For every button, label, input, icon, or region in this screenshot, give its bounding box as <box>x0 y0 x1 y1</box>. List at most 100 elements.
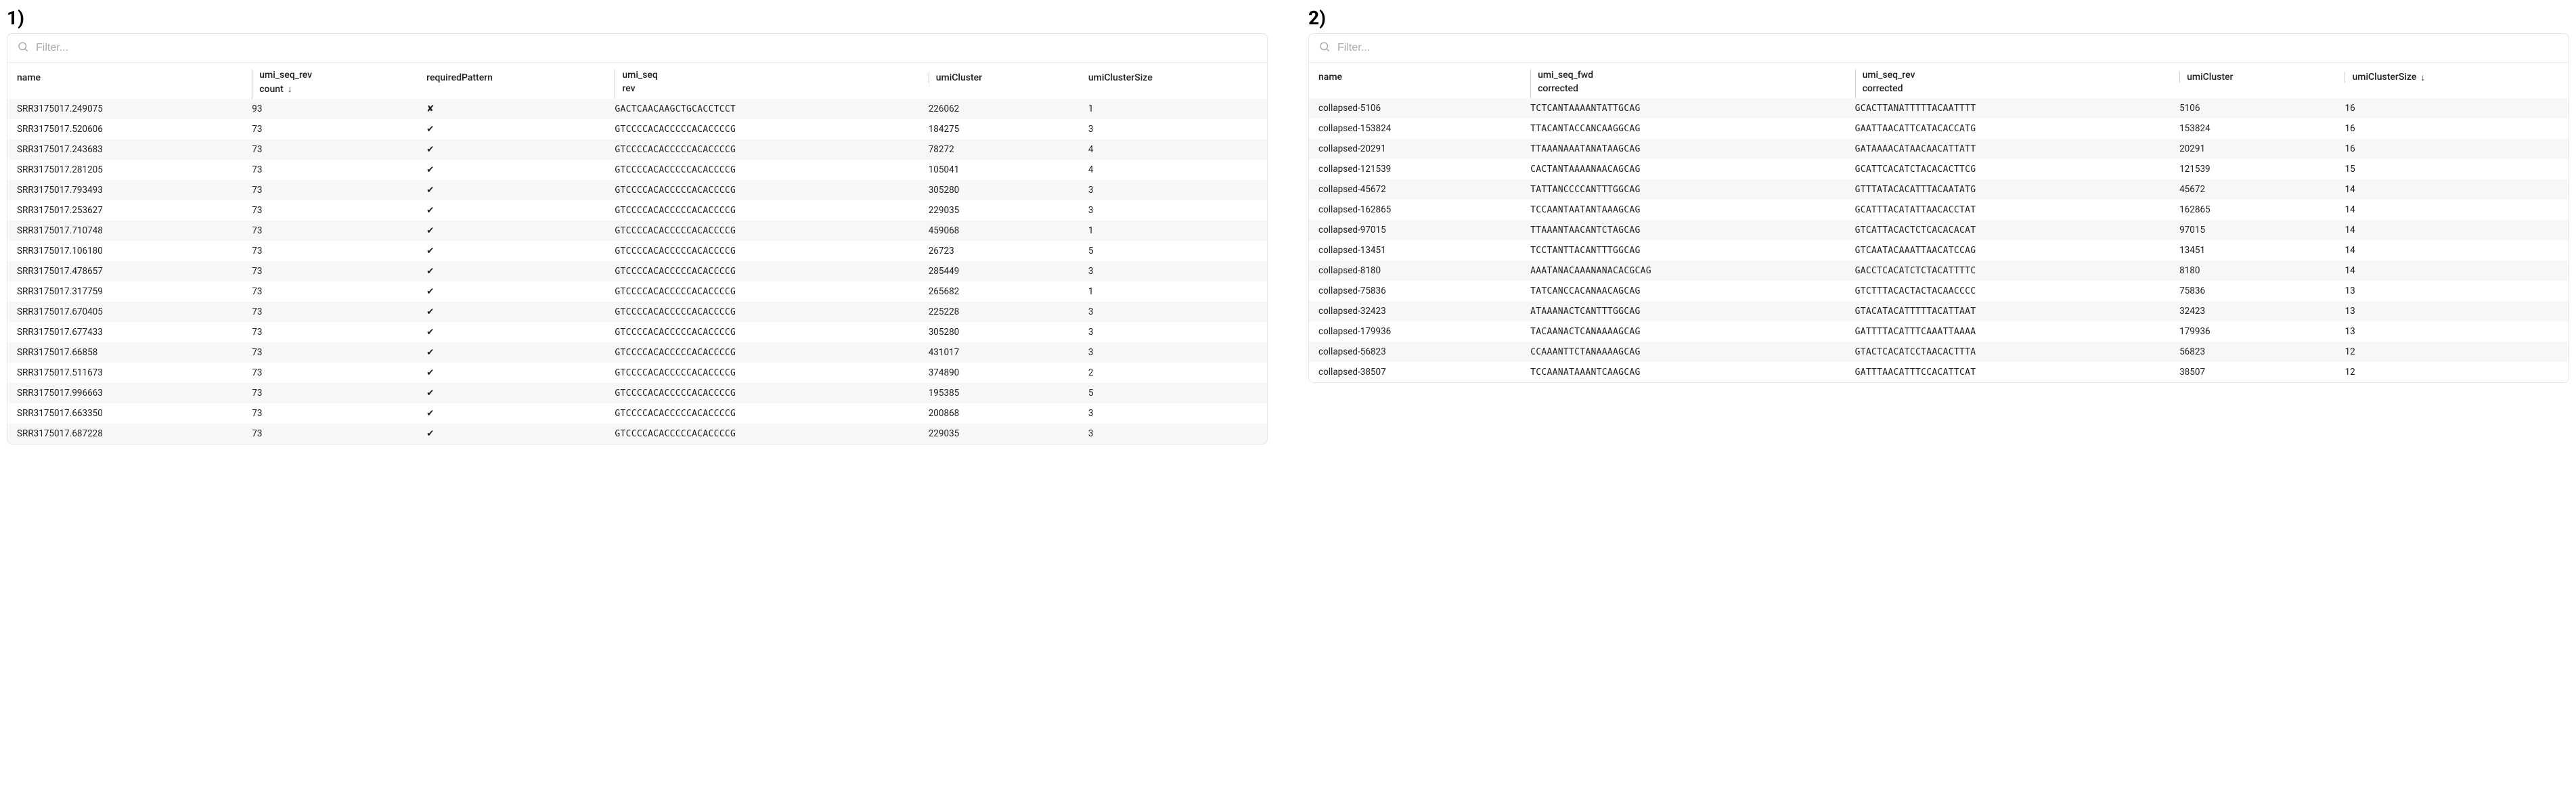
cell-cluster: 8180 <box>2171 260 2336 281</box>
cell-size: 3 <box>1080 119 1267 139</box>
col-umi-cluster-size[interactable]: umiClusterSize ↓ <box>2336 63 2569 98</box>
filter-input-1[interactable] <box>36 42 1258 54</box>
cell-rev: GATTTAACATTTCCACATTCAT <box>1847 362 2172 382</box>
cell-fwd: TCCTANTTACANTTTGGCAG <box>1522 240 1847 260</box>
table-row[interactable]: SRR3175017.6685873✔GTCCCCACACCCCCACACCCC… <box>7 342 1267 363</box>
table-row[interactable]: collapsed-8180AAATANACAAANANACACGCAGGACC… <box>1309 260 2569 281</box>
cell-name: SRR3175017.520606 <box>7 119 244 139</box>
cell-fwd: TCCAANTAATANTAAAGCAG <box>1522 200 1847 220</box>
sort-down-icon: ↓ <box>2420 72 2425 83</box>
table-row[interactable]: collapsed-153824TTACANTACCANCAAGGCAGGAAT… <box>1309 118 2569 139</box>
col-umi-seq-label: umi_seq <box>622 70 912 81</box>
table-row[interactable]: SRR3175017.79349373✔GTCCCCACACCCCCACACCC… <box>7 180 1267 200</box>
table-row[interactable]: SRR3175017.71074873✔GTCCCCACACCCCCACACCC… <box>7 221 1267 241</box>
col-umi-seq-rev[interactable]: umi_seq_rev corrected <box>1847 63 2172 98</box>
table-row[interactable]: collapsed-38507TCCAANATAAANTCAAGCAGGATTT… <box>1309 362 2569 382</box>
cell-size: 14 <box>2336 240 2569 260</box>
col-umi-cluster-label: umiCluster <box>2187 72 2233 83</box>
table-row[interactable]: SRR3175017.99666373✔GTCCCCACACCCCCACACCC… <box>7 383 1267 403</box>
cell-name: collapsed-45672 <box>1309 179 1522 200</box>
col-name[interactable]: name <box>1309 63 1522 98</box>
table-row[interactable]: SRR3175017.25362773✔GTCCCCACACCCCCACACCC… <box>7 200 1267 221</box>
table-row[interactable]: SRR3175017.67743373✔GTCCCCACACCCCCACACCC… <box>7 322 1267 342</box>
cell-size: 1 <box>1080 281 1267 302</box>
table-row[interactable]: collapsed-20291TTAAANAAATANATAAGCAGGATAA… <box>1309 139 2569 159</box>
col-umi-cluster-size[interactable]: umiClusterSize <box>1080 63 1267 99</box>
cell-name: collapsed-75836 <box>1309 281 1522 301</box>
table-row[interactable]: SRR3175017.28120573✔GTCCCCACACCCCCACACCC… <box>7 160 1267 180</box>
table-row[interactable]: SRR3175017.10618073✔GTCCCCACACCCCCACACCC… <box>7 241 1267 261</box>
table-row[interactable]: SRR3175017.67040573✔GTCCCCACACCCCCACACCC… <box>7 302 1267 322</box>
col-umi-cluster[interactable]: umiCluster <box>920 63 1080 99</box>
cell-cluster: 305280 <box>920 322 1080 342</box>
cell-name: collapsed-13451 <box>1309 240 1522 260</box>
table-row[interactable]: collapsed-179936TACAANACTCANAAAAGCAGGATT… <box>1309 321 2569 342</box>
cell-size: 15 <box>2336 159 2569 179</box>
col-umi-seq-rev[interactable]: umi_seq rev <box>606 63 920 99</box>
cell-size: 12 <box>2336 342 2569 362</box>
filter-bar-1 <box>7 34 1267 63</box>
cell-size: 3 <box>1080 200 1267 221</box>
search-icon <box>17 41 29 55</box>
table-row[interactable]: SRR3175017.24907593✘GACTCAACAAGCTGCACCTC… <box>7 99 1267 119</box>
table-row[interactable]: SRR3175017.51167373✔GTCCCCACACCCCCACACCC… <box>7 363 1267 383</box>
cell-name: collapsed-153824 <box>1309 118 1522 139</box>
col-umi-cluster-size-label: umiClusterSize <box>2352 72 2416 83</box>
table-row[interactable]: collapsed-5106TCTCANTAAAANTATTGCAGGCACTT… <box>1309 98 2569 118</box>
cell-rev: GTCCCCACACCCCCACACCCCG <box>606 139 920 160</box>
cell-size: 14 <box>2336 200 2569 220</box>
col-umi-cluster[interactable]: umiCluster <box>2171 63 2336 98</box>
col-name[interactable]: name <box>7 63 244 99</box>
cell-name: SRR3175017.996663 <box>7 383 244 403</box>
table-row[interactable]: SRR3175017.31775973✔GTCCCCACACCCCCACACCC… <box>7 281 1267 302</box>
table-row[interactable]: collapsed-56823CCAAANTTCTANAAAAGCAGGTACT… <box>1309 342 2569 362</box>
table-row[interactable]: collapsed-13451TCCTANTTACANTTTGGCAGGTCAA… <box>1309 240 2569 260</box>
table-row[interactable]: collapsed-121539CACTANTAAAANAACAGCAGGCAT… <box>1309 159 2569 179</box>
col-required-pattern[interactable]: requiredPattern <box>418 63 606 99</box>
cell-name: SRR3175017.253627 <box>7 200 244 221</box>
cell-name: collapsed-38507 <box>1309 362 1522 382</box>
cell-size: 1 <box>1080 221 1267 241</box>
cell-cluster: 229035 <box>920 424 1080 444</box>
table-1-header-row: name umi_seq_rev count ↓ requiredPattern <box>7 63 1267 99</box>
cell-size: 1 <box>1080 99 1267 119</box>
filter-input-2[interactable] <box>1337 42 2559 54</box>
cell-pattern: ✔ <box>418 383 606 403</box>
cell-rev: GTCCCCACACCCCCACACCCCG <box>606 160 920 180</box>
col-corrected-rev-label: corrected <box>1863 83 1903 94</box>
cell-cluster: 5106 <box>2171 98 2336 118</box>
table-row[interactable]: collapsed-32423ATAAANACTCANTTTGGCAGGTACA… <box>1309 301 2569 321</box>
table-row[interactable]: collapsed-75836TATCANCCACANAACAGCAGGTCTT… <box>1309 281 2569 301</box>
table-row[interactable]: SRR3175017.24368373✔GTCCCCACACCCCCACACCC… <box>7 139 1267 160</box>
cell-pattern: ✔ <box>418 281 606 302</box>
table-row[interactable]: collapsed-162865TCCAANTAATANTAAAGCAGGCAT… <box>1309 200 2569 220</box>
cell-rev: GTCCCCACACCCCCACACCCCG <box>606 180 920 200</box>
cell-name: SRR3175017.243683 <box>7 139 244 160</box>
cell-name: collapsed-162865 <box>1309 200 1522 220</box>
cell-cluster: 265682 <box>920 281 1080 302</box>
search-icon <box>1318 41 1331 55</box>
cell-rev: GACCTCACATCTCTACATTTTC <box>1847 260 2172 281</box>
table-row[interactable]: SRR3175017.47865773✔GTCCCCACACCCCCACACCC… <box>7 261 1267 281</box>
table-row[interactable]: SRR3175017.52060673✔GTCCCCACACCCCCACACCC… <box>7 119 1267 139</box>
col-required-pattern-label: requiredPattern <box>426 72 493 83</box>
cell-size: 14 <box>2336 260 2569 281</box>
cell-rev: GTCCCCACACCCCCACACCCCG <box>606 424 920 444</box>
table-row[interactable]: collapsed-97015TTAAANTAACANTCTAGCAGGTCAT… <box>1309 220 2569 240</box>
cell-cluster: 20291 <box>2171 139 2336 159</box>
cell-pattern: ✘ <box>418 99 606 119</box>
col-umi-seq-rev-count[interactable]: umi_seq_rev count ↓ <box>244 63 418 99</box>
cell-cluster: 179936 <box>2171 321 2336 342</box>
cell-name: SRR3175017.106180 <box>7 241 244 261</box>
col-name-label: name <box>17 72 41 83</box>
col-umi-seq-fwd[interactable]: umi_seq_fwd corrected <box>1522 63 1847 98</box>
table-row[interactable]: collapsed-45672TATTANCCCCANTTTGGCAGGTTTA… <box>1309 179 2569 200</box>
table-2-container: name umi_seq_fwd corrected umi_seq_rev c… <box>1308 33 2569 383</box>
cell-cluster: 45672 <box>2171 179 2336 200</box>
cell-size: 4 <box>1080 160 1267 180</box>
cell-size: 3 <box>1080 403 1267 424</box>
cell-rev: GACTCAACAAGCTGCACCTCCT <box>606 99 920 119</box>
table-row[interactable]: SRR3175017.66335073✔GTCCCCACACCCCCACACCC… <box>7 403 1267 424</box>
cell-name: SRR3175017.677433 <box>7 322 244 342</box>
table-row[interactable]: SRR3175017.68722873✔GTCCCCACACCCCCACACCC… <box>7 424 1267 444</box>
